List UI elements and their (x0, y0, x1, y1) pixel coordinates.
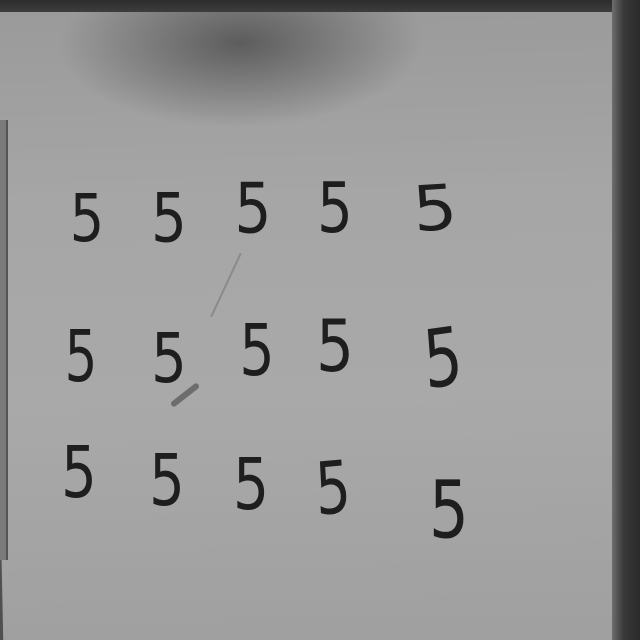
digit-r3-c3: 5 (232, 442, 270, 527)
digit-r1-c5: 5 (410, 170, 460, 247)
digit-r2-c5: 5 (420, 309, 466, 408)
digit-r3-c5: 5 (429, 464, 469, 557)
photo: 5 5 5 5 5 5 5 5 5 5 5 5 5 5 5 (0, 0, 640, 640)
digit-r2-c2: 5 (151, 318, 187, 399)
digit-r1-c4: 5 (317, 168, 353, 249)
digit-r3-c1: 5 (61, 430, 97, 515)
top-shadow-edge (0, 0, 640, 12)
digit-r1-c2: 5 (151, 179, 187, 258)
digit-r3-c2: 5 (149, 438, 185, 523)
paper-left-edge (0, 120, 8, 560)
digit-r2-c4: 5 (316, 304, 354, 389)
digit-r3-c4: 5 (313, 444, 353, 533)
digit-r1-c3: 5 (234, 167, 272, 250)
wall-edge (612, 0, 640, 640)
digit-r2-c3: 5 (239, 308, 275, 393)
digit-r1-c1: 5 (69, 180, 105, 257)
digit-r2-c1: 5 (64, 314, 98, 399)
